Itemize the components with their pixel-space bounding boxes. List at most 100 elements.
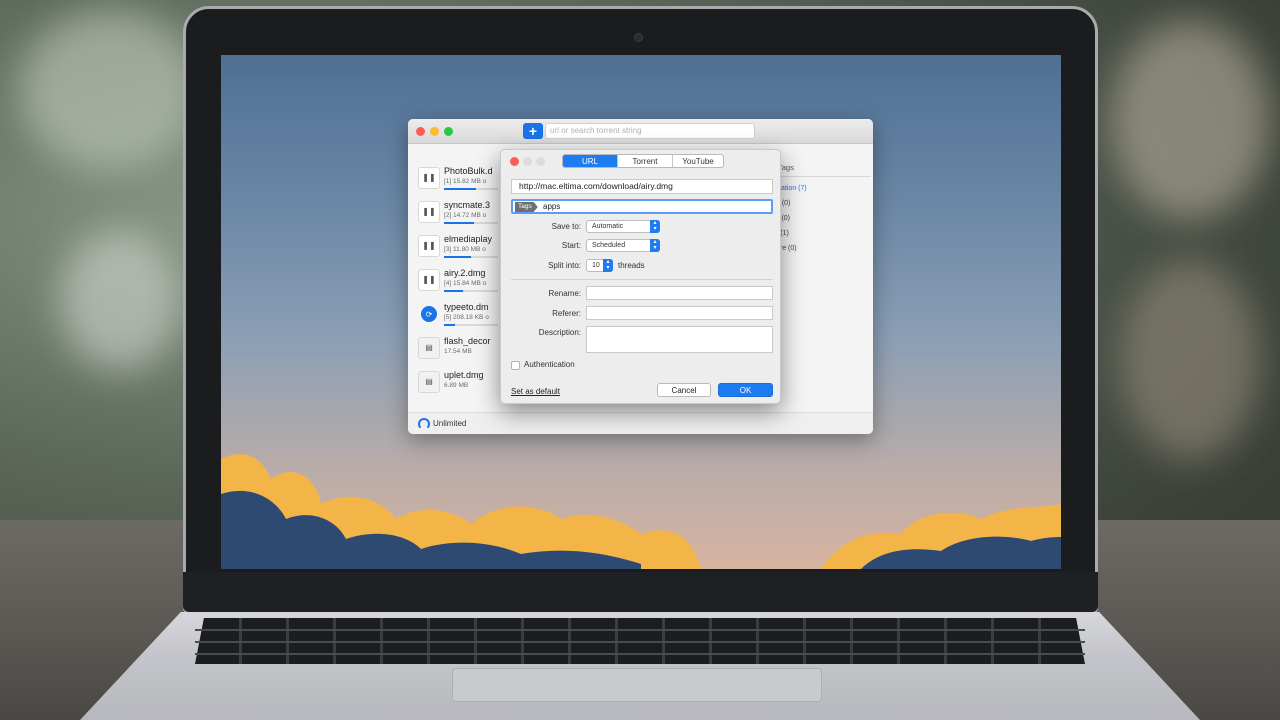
list-item[interactable]: ❚❚ airy.2.dmg [4] 15.84 MB o <box>418 265 500 299</box>
pause-icon[interactable]: ❚❚ <box>418 201 440 223</box>
laptop-bezel-bottom <box>183 572 1098 612</box>
add-download-dialog: URL Torrent YouTube http://mac.eltima.co… <box>500 149 781 404</box>
tag-item[interactable]: e (0) <box>776 196 871 211</box>
chevron-updown-icon: ▴ ▾ <box>650 220 660 233</box>
download-meta: [5] 208.18 KB o <box>444 314 489 321</box>
download-progress <box>444 222 498 224</box>
app-titlebar: + url or search torrent string <box>408 119 873 144</box>
speed-limit-label[interactable]: Unlimited <box>433 419 466 428</box>
download-name: typeeto.dm <box>444 302 489 312</box>
download-name: PhotoBulk.d <box>444 166 493 176</box>
keyboard-row-gap <box>195 641 1085 643</box>
start-value: Scheduled <box>592 242 626 249</box>
download-progress <box>444 256 498 258</box>
minimize-icon[interactable] <box>430 127 439 136</box>
laptop-screen: + url or search torrent string ❚❚ PhotoB… <box>221 55 1061 569</box>
download-list: ❚❚ PhotoBulk.d [1] 15.82 MB o ❚❚ syncmat… <box>418 163 500 401</box>
keyboard-row-gap <box>195 653 1085 655</box>
download-meta: 6.89 MB <box>444 382 469 389</box>
background-bokeh <box>60 230 180 370</box>
add-download-button[interactable]: + <box>523 123 543 139</box>
description-label: Description: <box>538 328 581 337</box>
download-meta: [4] 15.84 MB o <box>444 280 487 287</box>
download-name: flash_decor <box>444 336 491 346</box>
split-label: Split into: <box>548 261 581 270</box>
pause-icon[interactable]: ❚❚ <box>418 235 440 257</box>
cancel-button[interactable]: Cancel <box>657 383 711 397</box>
download-progress <box>444 324 498 326</box>
download-progress <box>444 290 498 292</box>
download-name: airy.2.dmg <box>444 268 486 278</box>
download-name: syncmate.3 <box>444 200 491 210</box>
trackpad <box>452 668 822 702</box>
start-select[interactable]: Scheduled ▴ ▾ <box>586 239 660 252</box>
divider <box>511 279 773 280</box>
download-meta: 17.54 MB <box>444 348 472 355</box>
download-meta: [1] 15.82 MB o <box>444 178 487 185</box>
authentication-checkbox[interactable] <box>511 361 520 370</box>
tags-title: Tags <box>778 163 794 172</box>
url-search-input[interactable]: url or search torrent string <box>545 123 755 139</box>
pause-icon[interactable]: ❚❚ <box>418 167 440 189</box>
download-meta: [3] 11.80 MB o <box>444 246 486 253</box>
referer-label: Referer: <box>552 309 581 318</box>
start-label: Start: <box>561 241 581 250</box>
background-bokeh <box>20 10 200 170</box>
pause-icon[interactable]: ❚❚ <box>418 269 440 291</box>
url-input[interactable]: http://mac.eltima.com/download/airy.dmg <box>511 179 773 194</box>
dialog-titlebar: URL Torrent YouTube <box>501 150 780 172</box>
webcam <box>634 33 643 42</box>
close-icon[interactable] <box>416 127 425 136</box>
tag-item[interactable]: c (0) <box>776 211 871 226</box>
download-name: elmediaplay <box>444 234 493 244</box>
set-as-default-link[interactable]: Set as default <box>511 387 560 396</box>
list-item[interactable]: ⟳ typeeto.dm [5] 208.18 KB o <box>418 299 500 333</box>
tab-url[interactable]: URL <box>563 155 618 167</box>
threads-stepper[interactable]: 10 ▴ ▾ <box>586 259 613 272</box>
list-item[interactable]: ❚❚ elmediaplay [3] 11.80 MB o <box>418 231 500 265</box>
list-item[interactable]: ▤ flash_decor 17.54 MB <box>418 333 500 367</box>
background-bokeh <box>1120 260 1260 460</box>
list-item[interactable]: ▤ uplet.dmg 6.89 MB <box>418 367 500 401</box>
download-progress <box>444 188 498 190</box>
list-item[interactable]: ❚❚ syncmate.3 [2] 14.72 MB o <box>418 197 500 231</box>
referer-input[interactable] <box>586 306 773 320</box>
background-bokeh <box>1110 20 1270 220</box>
rename-input[interactable] <box>586 286 773 300</box>
threads-suffix: threads <box>618 261 645 270</box>
save-to-label: Save to: <box>551 222 581 231</box>
download-name: uplet.dmg <box>444 370 484 380</box>
tags-sidebar: Tags ication (7) e (0) c (0) r (1) ure (… <box>776 163 871 256</box>
speedometer-icon[interactable] <box>418 418 430 430</box>
tag-item[interactable]: ure (0) <box>776 241 871 256</box>
tab-youtube[interactable]: YouTube <box>673 155 723 167</box>
threads-value: 10 <box>592 262 600 269</box>
close-icon[interactable] <box>510 157 519 166</box>
source-tabs: URL Torrent YouTube <box>562 154 724 168</box>
tags-input[interactable]: Tags apps <box>511 199 773 214</box>
status-bar: Unlimited <box>408 412 873 434</box>
divider <box>776 176 871 177</box>
authentication-label[interactable]: Authentication <box>524 360 575 369</box>
tags-chip: Tags <box>515 202 538 212</box>
file-icon: ▤ <box>418 371 440 393</box>
tags-value: apps <box>543 202 561 211</box>
file-icon: ▤ <box>418 337 440 359</box>
tab-torrent[interactable]: Torrent <box>618 155 673 167</box>
save-to-value: Automatic <box>592 223 624 230</box>
rename-label: Rename: <box>548 289 581 298</box>
chevron-updown-icon: ▴ ▾ <box>650 239 660 252</box>
zoom-icon <box>536 157 545 166</box>
save-to-select[interactable]: Automatic ▴ ▾ <box>586 220 660 233</box>
download-meta: [2] 14.72 MB o <box>444 212 487 219</box>
tag-item[interactable]: r (1) <box>776 226 871 241</box>
ok-button[interactable]: OK <box>718 383 773 397</box>
tag-item[interactable]: ication (7) <box>776 181 871 196</box>
minimize-icon <box>523 157 532 166</box>
list-item[interactable]: ❚❚ PhotoBulk.d [1] 15.82 MB o <box>418 163 500 197</box>
keyboard-row-gap <box>195 629 1085 631</box>
refresh-icon[interactable]: ⟳ <box>421 306 437 322</box>
zoom-icon[interactable] <box>444 127 453 136</box>
description-input[interactable] <box>586 326 773 353</box>
chevron-updown-icon[interactable]: ▴ ▾ <box>603 259 613 272</box>
